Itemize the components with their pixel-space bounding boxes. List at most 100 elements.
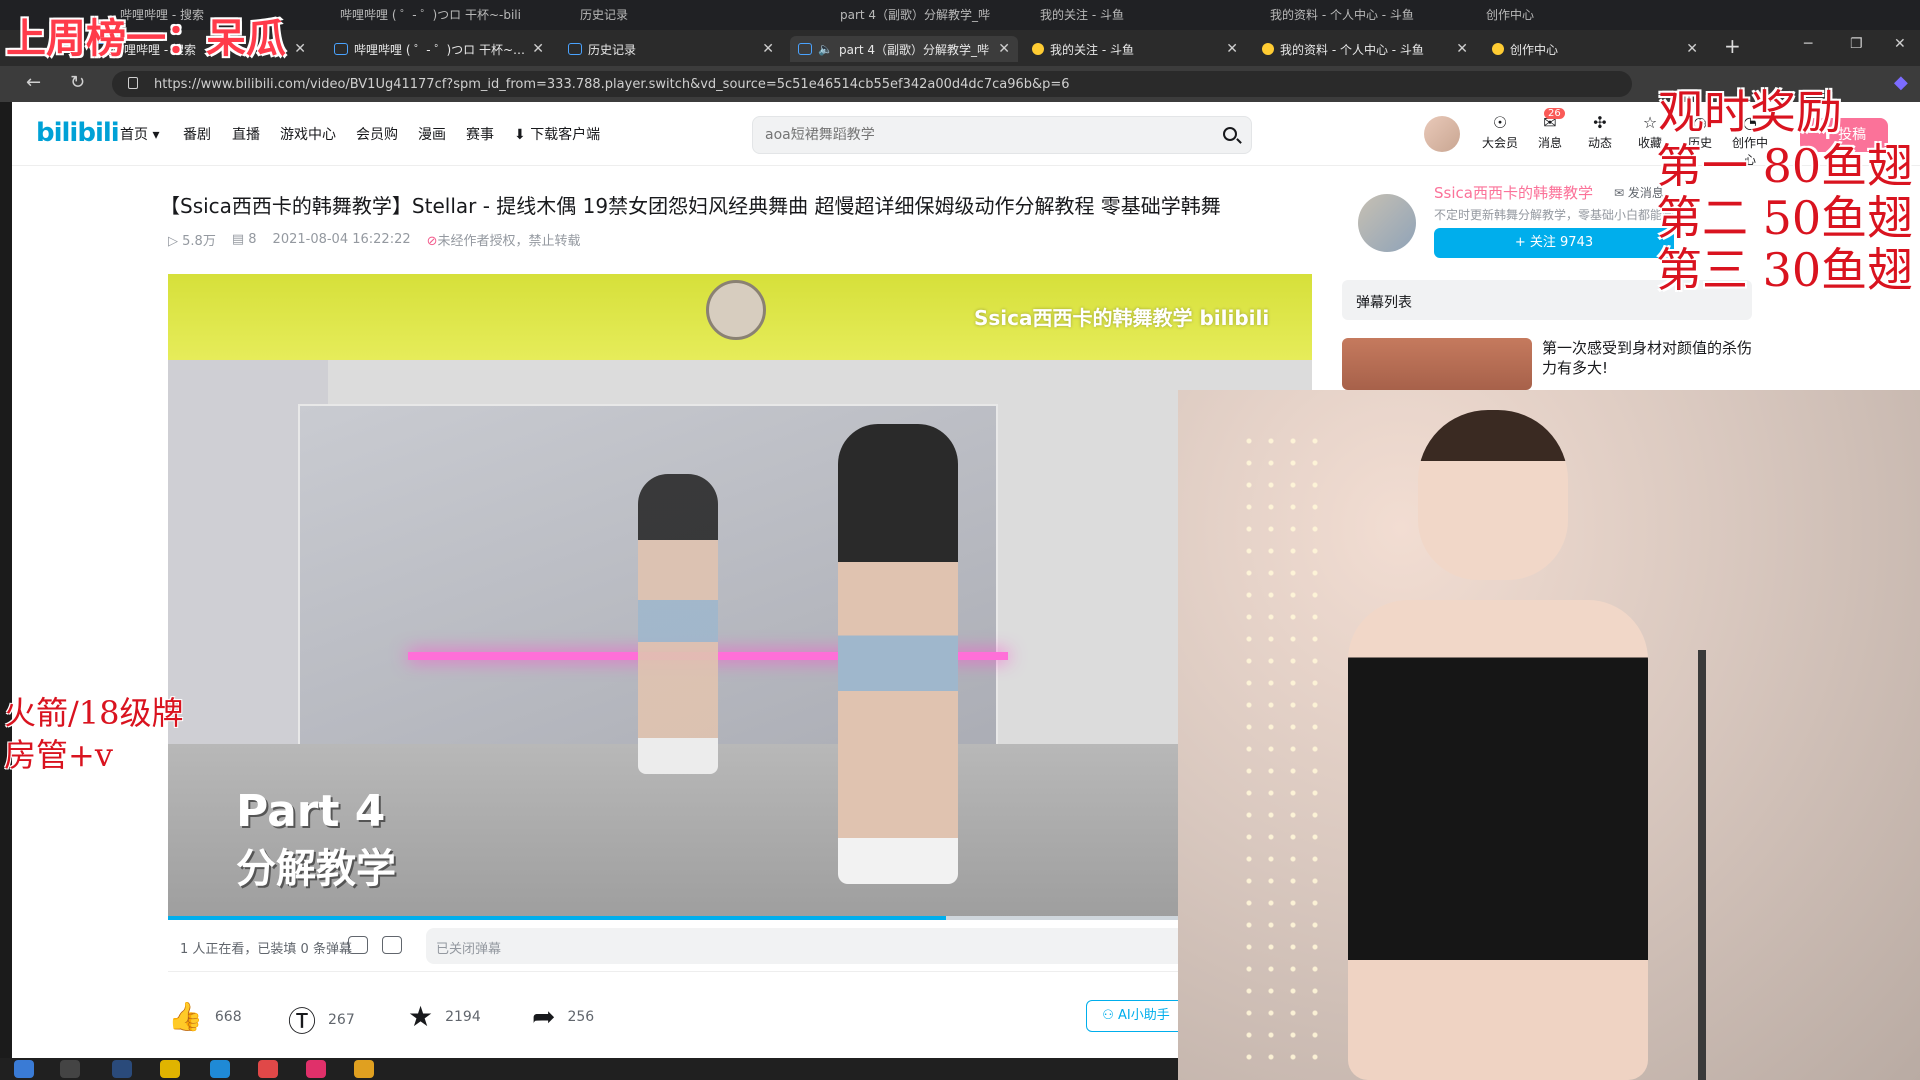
task-view-icon[interactable] <box>112 1060 132 1078</box>
close-window-icon[interactable]: ✕ <box>1894 36 1906 52</box>
notice-text: 未经作者授权，禁止转载 <box>437 234 581 249</box>
header-icon-label: 消息 <box>1537 136 1562 150</box>
favorite-button[interactable]: ★ 2194 <box>408 1000 481 1033</box>
close-icon[interactable]: ✕ <box>1226 41 1238 57</box>
nav-download[interactable]: ⬇ 下载客户端 <box>514 124 600 144</box>
play-count-icon: ▷ <box>168 234 178 249</box>
top-fan-overlay: 上周榜一：呆瓜 <box>6 16 286 62</box>
recommended-thumbnail[interactable] <box>1342 338 1532 390</box>
vip-icon: ☉ <box>1492 113 1508 132</box>
close-icon[interactable]: ✕ <box>998 41 1010 57</box>
url-field[interactable]: https://www.bilibili.com/video/BV1Ug4117… <box>112 71 1632 97</box>
ghost-tab: 历史记录 <box>580 8 629 22</box>
dynamic-icon: ✣ <box>1593 113 1607 132</box>
ghost-tab-strip: 哔哩哔哩 - 搜索 哔哩哔哩 ( ゜- ゜)つロ 干杯~-bili 历史记录 p… <box>0 0 1920 30</box>
copilot-icon[interactable]: ◆ <box>1894 72 1908 93</box>
uploader-avatar[interactable] <box>1358 194 1416 252</box>
ai-assistant-button[interactable]: ⚇ AI小助手 <box>1086 1000 1186 1032</box>
share-count: 256 <box>567 1008 595 1025</box>
part-title: Part 4 <box>236 786 386 837</box>
recommended-title[interactable]: 第一次感受到身材对颜值的杀伤力有多大! <box>1542 338 1756 378</box>
back-icon[interactable]: ← <box>26 72 41 93</box>
app-icon[interactable] <box>354 1060 374 1078</box>
close-icon[interactable]: ✕ <box>1686 41 1698 57</box>
tab-label: 我的资料 - 个人中心 - 斗鱼 <box>1280 42 1424 57</box>
edge-icon[interactable] <box>210 1060 230 1078</box>
nav-mall[interactable]: 会员购 <box>356 124 398 144</box>
nav-esports[interactable]: 赛事 <box>466 124 494 144</box>
search-icon[interactable] <box>1223 127 1237 141</box>
follow-button[interactable]: + 关注 9743 <box>1434 228 1674 258</box>
robot-icon: ⚇ <box>1102 1008 1114 1023</box>
restore-icon[interactable]: ❐ <box>1850 36 1863 52</box>
uploader-name[interactable]: Ssica西西卡的韩舞教学 <box>1434 182 1593 203</box>
tab-douyu-profile[interactable]: 我的资料 - 个人中心 - 斗鱼 ✕ <box>1254 36 1476 62</box>
tab-video-active[interactable]: 🔈 part 4（副歌）分解教学_哔 ✕ <box>790 36 1018 62</box>
share-button[interactable]: ➦ 256 <box>532 1000 594 1033</box>
app-icon[interactable] <box>160 1060 180 1078</box>
nav-live[interactable]: 直播 <box>232 124 260 144</box>
tab-bili-home[interactable]: 哔哩哔哩 ( ゜- ゜)つロ 干杯~-bili ✕ <box>326 36 552 62</box>
danmaku-input[interactable]: 已关闭弹幕 <box>426 928 1306 964</box>
ai-label: AI小助手 <box>1118 1008 1170 1023</box>
nav-manga[interactable]: 漫画 <box>418 124 446 144</box>
reward-rank3-overlay: 第三 30鱼翅 <box>1656 243 1914 297</box>
ghost-tab: 我的资料 - 个人中心 - 斗鱼 <box>1270 8 1414 22</box>
avatar[interactable] <box>1424 116 1460 152</box>
speaker-icon[interactable]: 🔈 <box>818 42 833 56</box>
nav-game-center[interactable]: 游戏中心 <box>280 124 336 144</box>
download-icon: ⬇ <box>514 127 526 143</box>
header-vip[interactable]: ☉ 大会员 <box>1478 114 1522 151</box>
ghost-tab: part 4（副歌）分解教学_哔 <box>840 8 991 22</box>
bilibili-tab-icon <box>334 43 348 55</box>
wall-clock <box>706 280 766 340</box>
close-icon[interactable]: ✕ <box>294 41 306 57</box>
tab-creator[interactable]: 创作中心 ✕ <box>1484 36 1706 62</box>
app-icon[interactable] <box>306 1060 326 1078</box>
thumbs-up-icon: 👍 <box>168 1000 203 1033</box>
like-button[interactable]: 👍 668 <box>168 1000 242 1033</box>
coin-count: 267 <box>328 1012 355 1028</box>
tab-label: 历史记录 <box>588 42 637 57</box>
reload-icon[interactable]: ↻ <box>70 72 85 93</box>
tab-history[interactable]: 历史记录 ✕ <box>560 36 782 62</box>
dancer <box>838 424 958 884</box>
streamer-webcam <box>1178 390 1920 1080</box>
nav-anime[interactable]: 番剧 <box>183 124 211 144</box>
close-icon[interactable]: ✕ <box>1456 41 1468 57</box>
video-meta: ▷ 5.8万 ▤ 8 2021-08-04 16:22:22 ⊘未经作者授权，禁… <box>168 230 581 249</box>
danmaku-settings-icon[interactable] <box>382 936 402 954</box>
windows-start-icon[interactable] <box>14 1060 34 1078</box>
danmaku-toggle-icon[interactable] <box>348 936 368 954</box>
header-icon-label: 大会员 <box>1481 136 1518 150</box>
danmaku-bar: 1 人正在看，已装填 0 条弹幕 已关闭弹幕 <box>168 920 1312 972</box>
bilibili-tab-icon <box>798 43 812 55</box>
app-icon[interactable] <box>258 1060 278 1078</box>
nav-home[interactable]: 首页 ▾ <box>120 124 159 144</box>
danmaku-count-icon: ▤ <box>231 232 245 247</box>
bilibili-logo[interactable]: bilibili <box>36 118 120 148</box>
url-text: https://www.bilibili.com/video/BV1Ug4117… <box>154 77 1070 92</box>
ghost-tab: 我的关注 - 斗鱼 <box>1040 8 1124 22</box>
tab-strip: 哔哩哔哩 - 搜索 ✕ 哔哩哔哩 ( ゜- ゜)つロ 干杯~-bili ✕ 历史… <box>0 30 1920 66</box>
tab-label: part 4（副歌）分解教学_哔 <box>838 42 990 57</box>
ghost-tab: 创作中心 <box>1486 8 1535 22</box>
search-icon[interactable] <box>60 1060 80 1078</box>
minimize-icon[interactable]: ─ <box>1804 36 1812 52</box>
close-icon[interactable]: ✕ <box>532 41 544 57</box>
douyu-tab-icon <box>1032 43 1044 55</box>
header-message[interactable]: ✉ 消息 <box>1528 114 1572 151</box>
search-input[interactable] <box>765 125 1205 145</box>
close-icon[interactable]: ✕ <box>762 41 774 57</box>
video-player[interactable]: Ssica西西卡的韩舞教学 bilibili Part 4 分解教学 <box>168 274 1312 920</box>
new-tab-button[interactable]: + <box>1724 34 1741 58</box>
lock-icon <box>128 77 138 89</box>
streamer-body <box>1348 600 1648 1080</box>
site-header: bilibili 首页 ▾ 番剧 直播 游戏中心 会员购 漫画 赛事 ⬇ 下载客… <box>12 102 1920 167</box>
views-count: 5.8万 <box>182 234 216 249</box>
tab-douyu-follow[interactable]: 我的关注 - 斗鱼 ✕ <box>1024 36 1246 62</box>
forbidden-icon: ⊘ <box>426 234 438 249</box>
ghost-tab: 哔哩哔哩 ( ゜- ゜)つロ 干杯~-bili <box>340 8 521 22</box>
header-dynamic[interactable]: ✣ 动态 <box>1578 114 1622 151</box>
coin-button[interactable]: Ⓣ 267 <box>288 1000 355 1040</box>
